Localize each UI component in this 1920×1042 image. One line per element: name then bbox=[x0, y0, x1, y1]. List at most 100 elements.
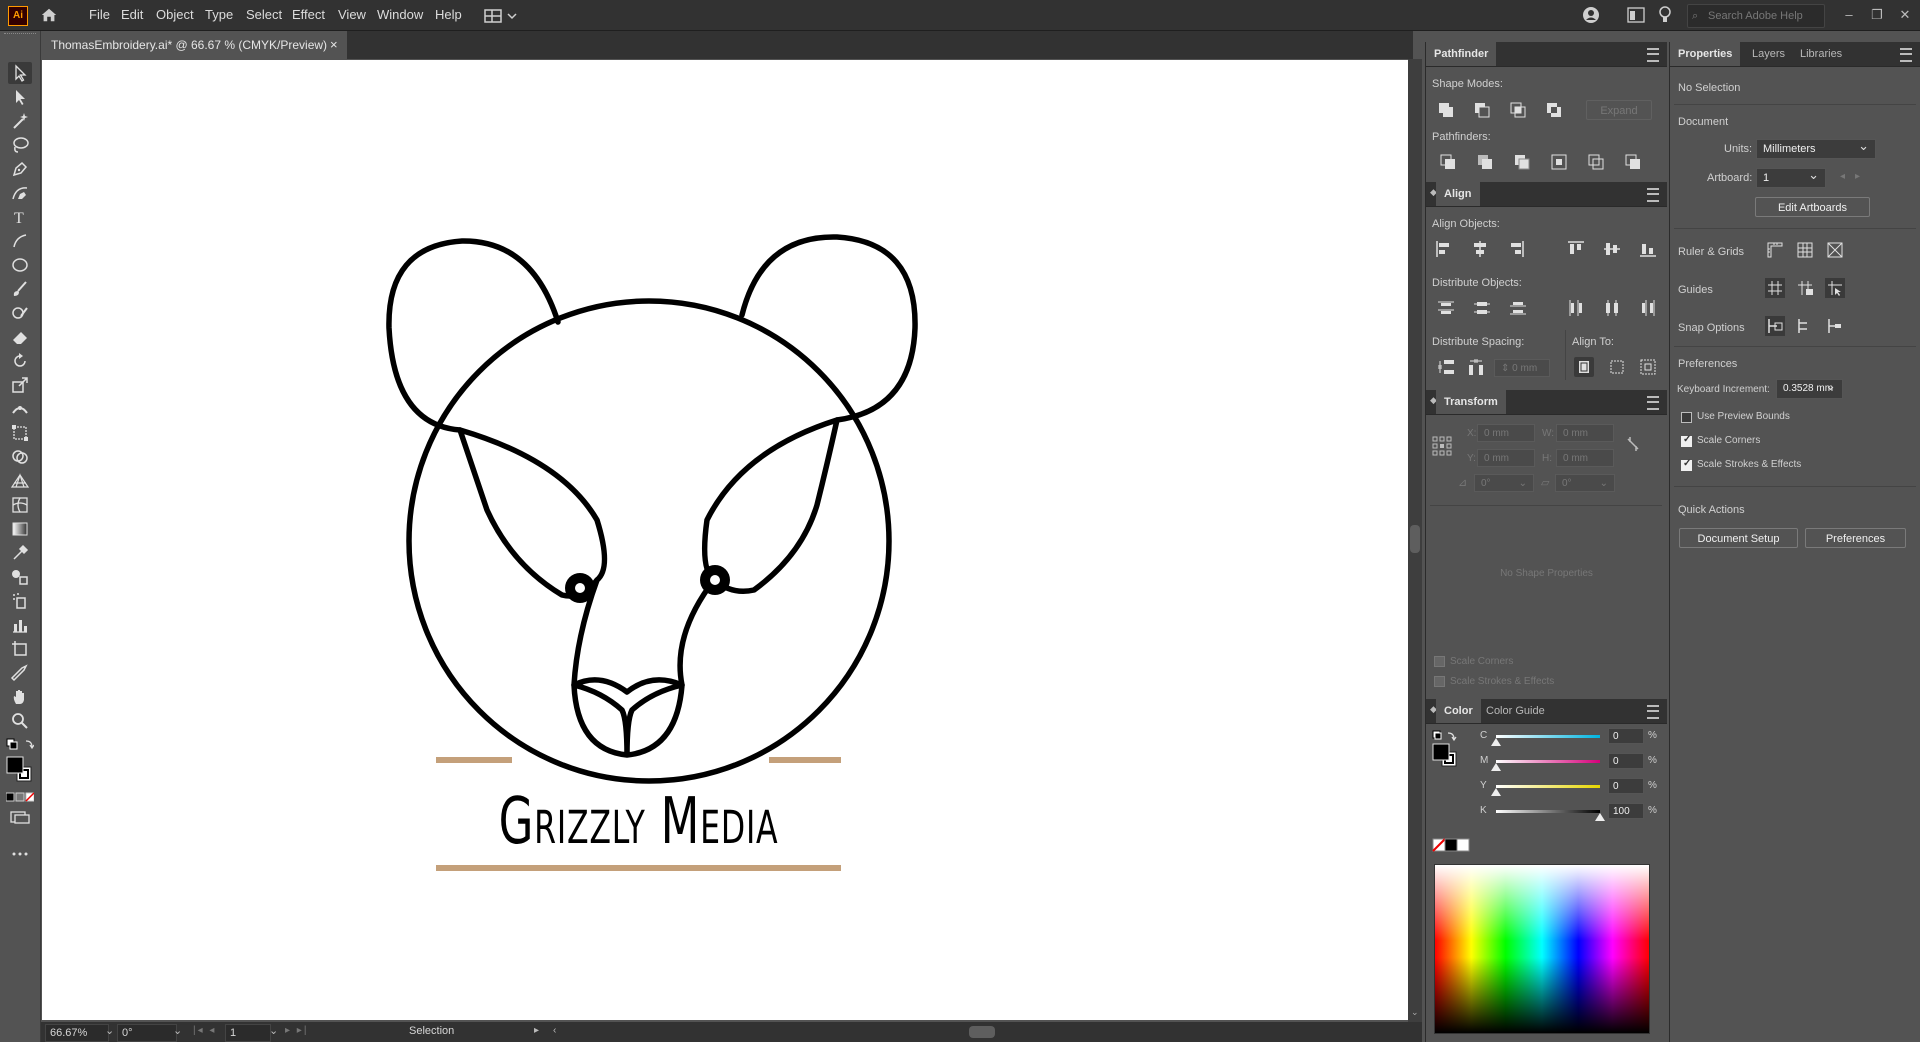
artboard-select[interactable]: 1 bbox=[1756, 166, 1826, 188]
horizontal-distribute-space-icon[interactable] bbox=[1466, 357, 1486, 377]
eyedropper-tool-icon[interactable] bbox=[8, 542, 32, 564]
transform-h-input[interactable]: 0 mm bbox=[1556, 449, 1614, 467]
scale-tool-icon[interactable] bbox=[8, 374, 32, 396]
none-black-white-swatches[interactable] bbox=[1432, 838, 1472, 852]
distribute-spacing-input[interactable]: ⇕ 0 mm bbox=[1494, 359, 1550, 377]
toggle-grid-icon[interactable] bbox=[1795, 240, 1815, 260]
vertical-scrollbar-thumb[interactable] bbox=[1410, 525, 1420, 553]
line-segment-tool-icon[interactable] bbox=[8, 230, 32, 252]
mesh-tool-icon[interactable] bbox=[8, 494, 32, 516]
horizontal-align-left-icon[interactable] bbox=[1434, 239, 1454, 259]
scale-corners-checkbox[interactable] bbox=[1681, 434, 1692, 447]
document-setup-button[interactable]: Document Setup bbox=[1679, 528, 1798, 548]
artboard-number-field[interactable]: 1 bbox=[225, 1024, 271, 1042]
toggle-guides-icon[interactable] bbox=[1765, 278, 1785, 298]
rotate-angle-input[interactable]: 0° ⌄ bbox=[1474, 474, 1534, 492]
align-panel-menu-icon[interactable] bbox=[1647, 188, 1659, 202]
search-help-input[interactable]: ⌕ Search Adobe Help bbox=[1687, 4, 1825, 28]
lasso-tool-icon[interactable] bbox=[8, 134, 32, 156]
logo-text[interactable]: Grizzly Media bbox=[481, 782, 797, 862]
transform-panel-menu-icon[interactable] bbox=[1647, 396, 1659, 410]
color-spectrum[interactable] bbox=[1434, 864, 1650, 1034]
toggle-transparency-grid-icon[interactable] bbox=[1825, 240, 1845, 260]
channel-c-input[interactable]: 0 bbox=[1608, 728, 1644, 744]
minimize-button[interactable]: – bbox=[1835, 0, 1863, 30]
blend-tool-icon[interactable] bbox=[8, 566, 32, 588]
artboard-nav-arrows-icon[interactable]: ◂▸ bbox=[1840, 171, 1870, 182]
vertical-align-center-icon[interactable] bbox=[1602, 239, 1622, 259]
transform-y-input[interactable]: 0 mm bbox=[1477, 449, 1535, 467]
shape-builder-tool-icon[interactable] bbox=[8, 446, 32, 468]
discover-lightbulb-icon[interactable] bbox=[1657, 5, 1673, 25]
toggle-rulers-icon[interactable] bbox=[1765, 240, 1785, 260]
hand-tool-icon[interactable] bbox=[8, 686, 32, 708]
symbol-sprayer-tool-icon[interactable] bbox=[8, 590, 32, 612]
transform-w-input[interactable]: 0 mm bbox=[1556, 424, 1614, 442]
vertical-distribute-bottom-icon[interactable] bbox=[1508, 298, 1528, 318]
menu-object[interactable]: Object bbox=[150, 0, 200, 30]
menu-edit[interactable]: Edit bbox=[115, 0, 149, 30]
smart-guides-icon[interactable] bbox=[1825, 278, 1845, 298]
close-document-button[interactable]: × bbox=[330, 31, 338, 59]
expand-button[interactable]: Expand bbox=[1586, 100, 1652, 120]
edit-artboards-button[interactable]: Edit Artboards bbox=[1755, 197, 1870, 217]
merge-icon[interactable] bbox=[1512, 152, 1532, 172]
menu-window[interactable]: Window bbox=[371, 0, 429, 30]
width-tool-icon[interactable] bbox=[8, 398, 32, 420]
horizontal-scrollbar-thumb[interactable] bbox=[969, 1026, 995, 1038]
tab-color[interactable]: Color bbox=[1436, 699, 1481, 723]
zoom-tool-icon[interactable] bbox=[8, 710, 32, 732]
artboard-tool-icon[interactable] bbox=[8, 638, 32, 660]
vertical-distribute-space-icon[interactable] bbox=[1436, 357, 1456, 377]
horizontal-align-center-icon[interactable] bbox=[1470, 239, 1490, 259]
channel-y-input[interactable]: 0 bbox=[1608, 778, 1644, 794]
tab-libraries[interactable]: Libraries bbox=[1792, 42, 1850, 66]
free-transform-tool-icon[interactable] bbox=[8, 422, 32, 444]
vertical-align-top-icon[interactable] bbox=[1566, 239, 1586, 259]
drawing-modes-icon[interactable] bbox=[9, 810, 31, 824]
menu-effect[interactable]: Effect bbox=[286, 0, 331, 30]
snap-to-pixel-icon[interactable] bbox=[1825, 316, 1845, 336]
curvature-tool-icon[interactable] bbox=[8, 182, 32, 204]
channel-y-slider[interactable] bbox=[1496, 785, 1600, 788]
artboard[interactable]: Grizzly Media bbox=[42, 60, 1408, 1020]
selection-tool-icon[interactable] bbox=[8, 62, 32, 84]
channel-k-thumb[interactable] bbox=[1595, 813, 1605, 821]
color-mode-icons[interactable] bbox=[5, 792, 35, 802]
rotation-field[interactable]: 0° bbox=[117, 1024, 177, 1042]
document-tab[interactable]: ThomasEmbroidery.ai* @ 66.67 % (CMYK/Pre… bbox=[41, 31, 347, 59]
arrange-documents-icon[interactable] bbox=[1627, 7, 1645, 23]
close-window-button[interactable]: ✕ bbox=[1891, 0, 1919, 30]
channel-m-input[interactable]: 0 bbox=[1608, 753, 1644, 769]
tab-transform[interactable]: Transform bbox=[1436, 390, 1506, 414]
tab-layers[interactable]: Layers bbox=[1744, 42, 1793, 66]
use-preview-bounds-checkbox[interactable] bbox=[1681, 412, 1692, 423]
rotation-dropdown-icon[interactable]: ⌄ bbox=[173, 1024, 182, 1037]
crop-icon[interactable] bbox=[1549, 152, 1569, 172]
unite-icon[interactable] bbox=[1436, 100, 1456, 120]
divide-icon[interactable] bbox=[1438, 152, 1458, 172]
column-graph-tool-icon[interactable] bbox=[8, 614, 32, 636]
pen-tool-icon[interactable] bbox=[8, 158, 32, 180]
channel-k-slider[interactable] bbox=[1496, 810, 1600, 813]
channel-c-slider[interactable] bbox=[1496, 735, 1600, 738]
align-to-artboard-icon[interactable] bbox=[1638, 357, 1658, 377]
channel-m-slider[interactable] bbox=[1496, 760, 1600, 763]
menu-select[interactable]: Select bbox=[240, 0, 288, 30]
hscroll-left-icon[interactable]: ‹ bbox=[553, 1025, 556, 1036]
horizontal-distribute-right-icon[interactable] bbox=[1638, 298, 1658, 318]
tab-align[interactable]: Align bbox=[1436, 182, 1480, 206]
snap-to-point-icon[interactable] bbox=[1765, 316, 1785, 336]
tab-pathfinder[interactable]: Pathfinder bbox=[1426, 42, 1497, 66]
horizontal-align-right-icon[interactable] bbox=[1506, 239, 1526, 259]
snap-to-grid-icon[interactable] bbox=[1795, 316, 1815, 336]
color-panel-menu-icon[interactable] bbox=[1647, 705, 1659, 719]
channel-m-thumb[interactable] bbox=[1491, 763, 1501, 771]
color-fill-stroke-swatch[interactable] bbox=[1432, 730, 1460, 770]
user-account-icon[interactable] bbox=[1582, 6, 1600, 24]
gradient-tool-icon[interactable] bbox=[8, 518, 32, 540]
menu-type[interactable]: Type bbox=[199, 0, 239, 30]
transform-scale-strokes-checkbox[interactable] bbox=[1434, 676, 1445, 687]
magic-wand-tool-icon[interactable] bbox=[8, 110, 32, 132]
reference-point-icon[interactable] bbox=[1432, 436, 1452, 456]
